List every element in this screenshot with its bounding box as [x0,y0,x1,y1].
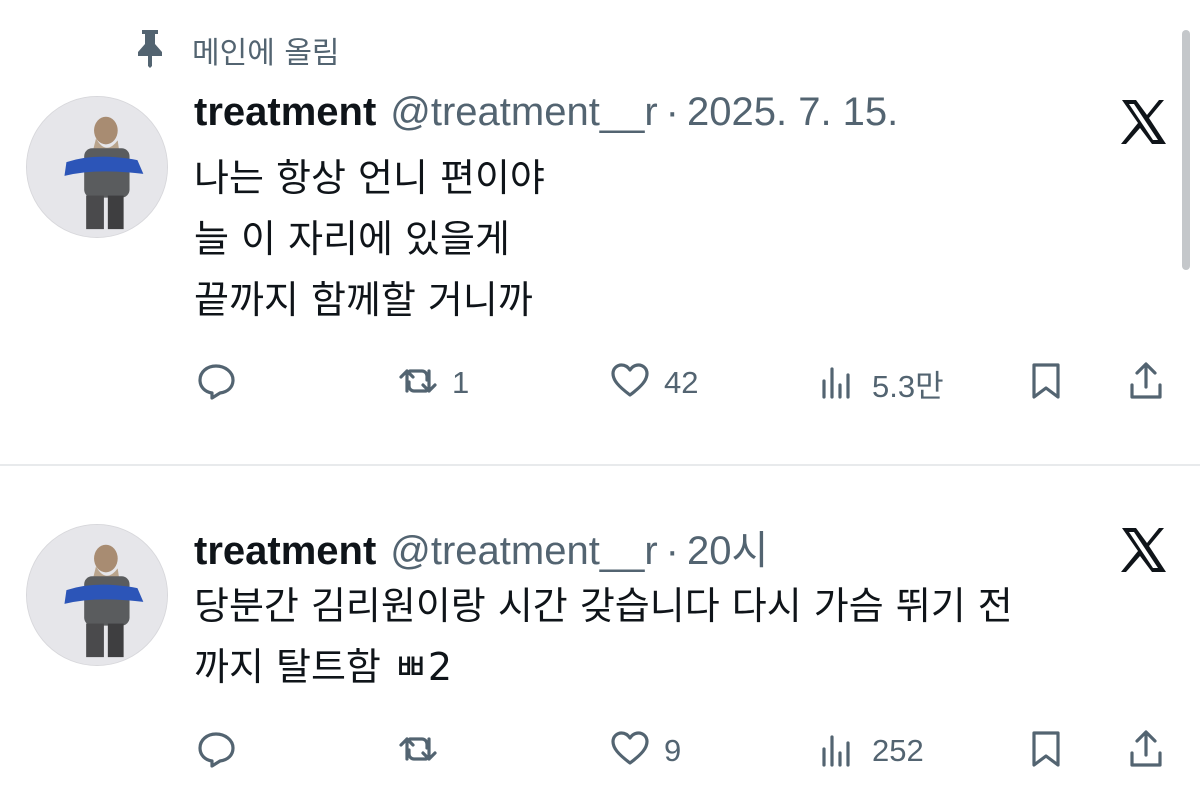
retweet-button[interactable]: 1 [398,358,469,408]
separator-dot: · [665,529,679,573]
reply-button[interactable] [196,726,236,776]
x-logo-icon [1118,526,1168,574]
tweet-text-line: 나는 항상 언니 편이야 [194,156,545,200]
pin-icon [134,28,166,72]
bookmark-icon [1026,361,1066,405]
tweet-divider [0,464,1200,466]
views-button[interactable]: 252 [818,726,924,776]
reply-icon [196,729,236,773]
bookmark-icon [1026,729,1066,773]
tweet-text: 나는 항상 언니 편이야 늘 이 자리에 있을게 끝까지 함께할 거니까 [194,148,545,331]
reply-icon [196,361,236,405]
tweet-header: treatment @treatment__r · 20시 [194,518,768,574]
display-name[interactable]: treatment [194,90,376,135]
user-handle[interactable]: @treatment__r [390,529,657,574]
share-icon [1126,361,1166,405]
avatar[interactable] [26,524,168,666]
user-handle[interactable]: @treatment__r [390,90,657,135]
share-button[interactable] [1126,358,1166,408]
display-name[interactable]: treatment [194,529,376,574]
heart-icon [610,361,650,405]
action-bar: 9 252 [0,726,1200,776]
avatar[interactable] [26,96,168,238]
views-count: 5.3만 [872,368,944,404]
tweet-text-line: 까지 탈트함 ㅃ2 [194,645,453,689]
bookmark-button[interactable] [1026,358,1066,408]
reply-button[interactable] [196,358,236,408]
tweet-text-line: 늘 이 자리에 있을게 [194,217,510,261]
share-button[interactable] [1126,726,1166,776]
views-chart-icon [818,361,858,405]
action-bar: 1 42 5.3만 [0,358,1200,408]
x-logo-icon [1118,98,1168,146]
like-button[interactable]: 42 [610,358,698,408]
pinned-label: 메인에 올림 [192,36,340,71]
retweet-icon [398,729,438,773]
views-chart-icon [818,729,858,773]
tweet-text-line: 당분간 김리원이랑 시간 갖습니다 다시 가슴 뛰기 전 [194,584,1013,628]
timestamp[interactable]: 20시 [687,518,768,576]
retweet-icon [398,361,438,405]
share-icon [1126,729,1166,773]
like-count: 9 [664,733,682,768]
like-count: 42 [664,365,699,400]
retweet-count: 1 [452,365,470,400]
pinned-indicator: 메인에 올림 [134,28,340,72]
tweet-text: 당분간 김리원이랑 시간 갖습니다 다시 가슴 뛰기 전 까지 탈트함 ㅃ2 [194,576,1013,698]
scrollbar[interactable] [1182,30,1190,270]
tweet-header: treatment @treatment__r · 2025. 7. 15. [194,90,898,146]
tweet-text-line: 끝까지 함께할 거니까 [194,278,533,322]
retweet-button[interactable] [398,726,452,776]
timestamp[interactable]: 2025. 7. 15. [687,90,898,135]
views-button[interactable]: 5.3만 [818,358,944,408]
bookmark-button[interactable] [1026,726,1066,776]
heart-icon [610,729,650,773]
separator-dot: · [665,90,679,134]
views-count: 252 [872,733,924,768]
like-button[interactable]: 9 [610,726,681,776]
